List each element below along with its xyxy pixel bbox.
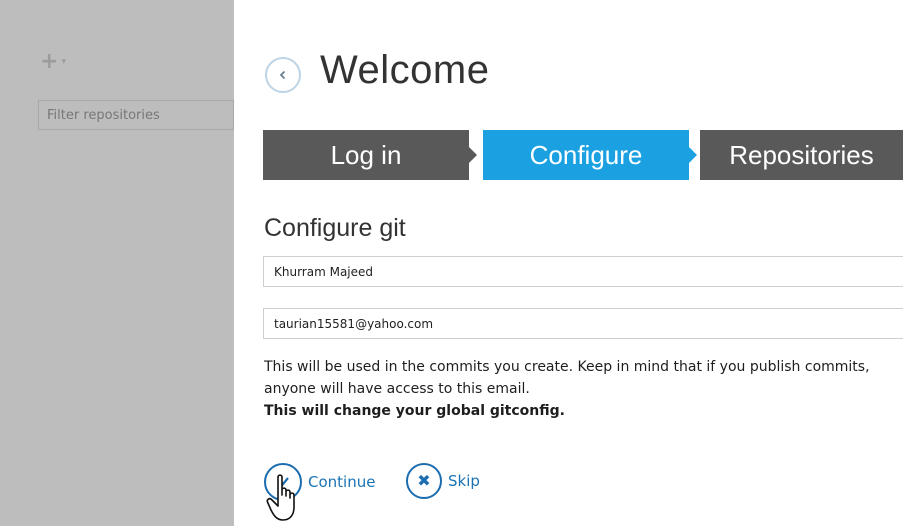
plus-icon: + bbox=[40, 49, 59, 74]
step-label: Log in bbox=[330, 139, 402, 170]
sidebar: + ▾ bbox=[0, 0, 234, 526]
hand-cursor-icon bbox=[266, 474, 295, 521]
caret-down-icon: ▾ bbox=[61, 56, 66, 67]
help-text: This will be used in the commits you cre… bbox=[264, 356, 884, 422]
filter-repositories-input[interactable] bbox=[38, 100, 234, 130]
step-repositories[interactable]: Repositories bbox=[700, 130, 903, 180]
skip-button[interactable]: ✖ Skip bbox=[406, 463, 480, 499]
step-label: Repositories bbox=[729, 139, 874, 170]
page-title: Welcome bbox=[320, 48, 490, 92]
wizard-steps: Log in Configure Repositories bbox=[263, 130, 903, 180]
help-warning: This will change your global gitconfig. bbox=[264, 403, 565, 419]
step-log-in[interactable]: Log in bbox=[263, 130, 477, 180]
help-description: This will be used in the commits you cre… bbox=[264, 359, 870, 397]
section-title: Configure git bbox=[264, 214, 406, 242]
skip-label: Skip bbox=[448, 472, 480, 490]
step-configure[interactable]: Configure bbox=[483, 130, 697, 180]
close-icon: ✖ bbox=[406, 463, 442, 499]
continue-label: Continue bbox=[308, 473, 376, 491]
name-field[interactable] bbox=[263, 256, 903, 287]
chevron-left-icon bbox=[279, 70, 286, 80]
step-arrow bbox=[469, 147, 477, 163]
add-repository-button[interactable]: + ▾ bbox=[40, 49, 66, 74]
back-button[interactable] bbox=[265, 57, 301, 93]
step-label: Configure bbox=[529, 139, 643, 170]
step-arrow bbox=[689, 147, 697, 163]
email-field[interactable] bbox=[263, 308, 903, 339]
